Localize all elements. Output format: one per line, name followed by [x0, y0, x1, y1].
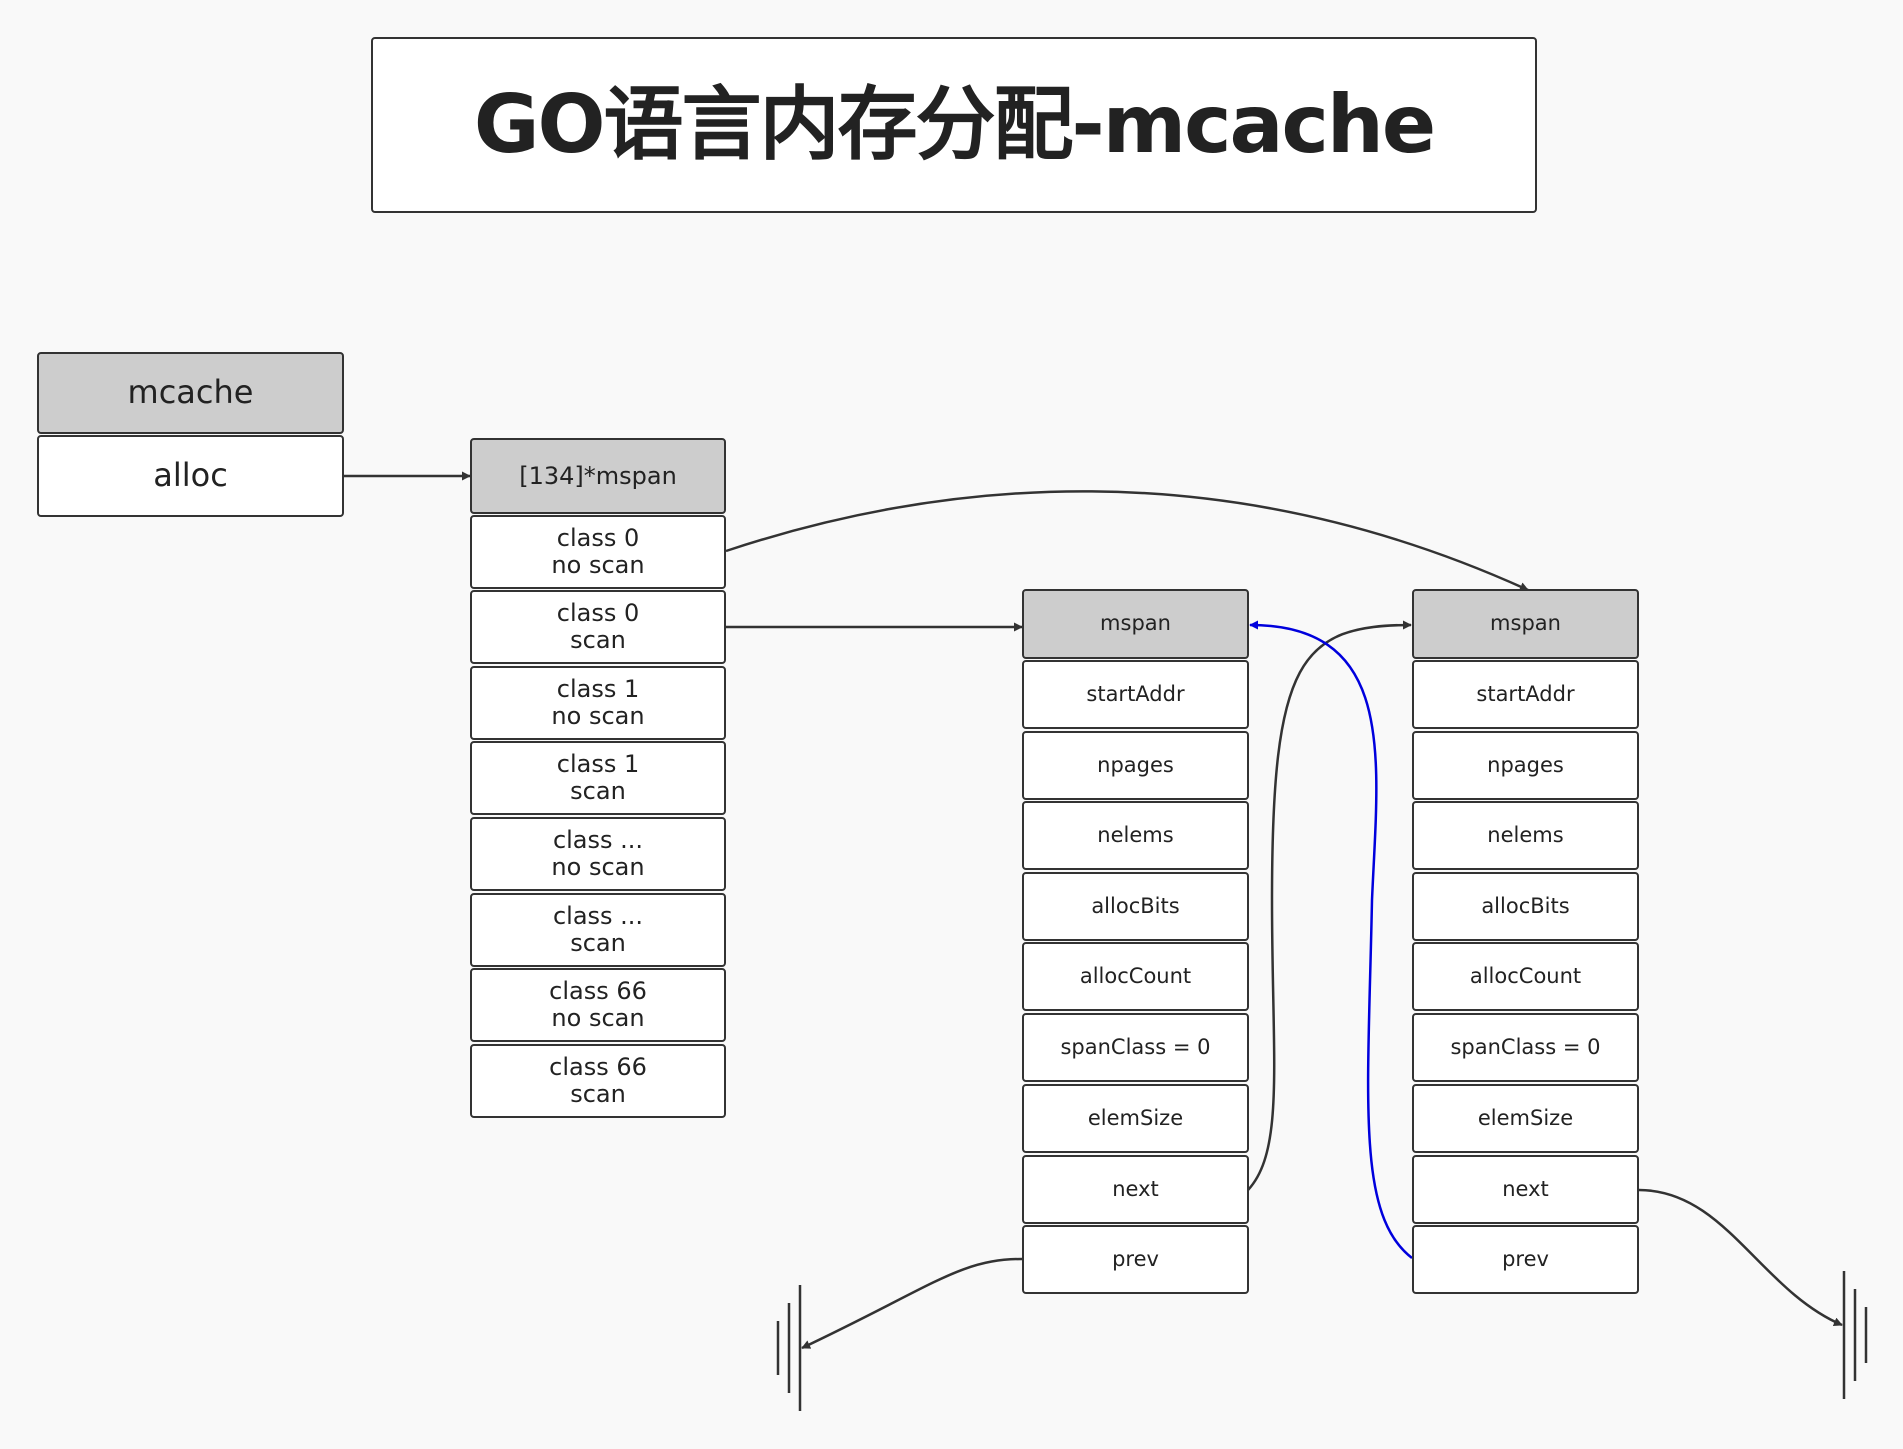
- mspan2-field: spanClass = 0: [1412, 1013, 1639, 1082]
- diagram-title: GO语言内存分配-mcache: [371, 37, 1537, 213]
- mspan1-field: spanClass = 0: [1022, 1013, 1249, 1082]
- mspan1-field: nelems: [1022, 801, 1249, 870]
- mspan2-field: nelems: [1412, 801, 1639, 870]
- mspan1-header: mspan: [1022, 589, 1249, 659]
- span-array-item: class ... no scan: [470, 817, 726, 891]
- mspan1-field: allocCount: [1022, 942, 1249, 1011]
- mspan2-header: mspan: [1412, 589, 1639, 659]
- mspan2-field: startAddr: [1412, 660, 1639, 729]
- mspan2-next-nil-arrow: [1638, 1188, 1843, 1327]
- mspan2-field: npages: [1412, 731, 1639, 800]
- span-array-item: class 66 no scan: [470, 968, 726, 1042]
- span-array-header: [134]*mspan: [470, 438, 726, 514]
- mcache-header: mcache: [37, 352, 344, 434]
- mspan1-field: elemSize: [1022, 1084, 1249, 1153]
- mspan2-field: allocCount: [1412, 942, 1639, 1011]
- span-array-item: class 1 scan: [470, 741, 726, 815]
- mspan2-field: elemSize: [1412, 1084, 1639, 1153]
- mspan1-prev-nil-arrow: [801, 1257, 1023, 1350]
- mspan1-field: npages: [1022, 731, 1249, 800]
- mspan1-prev-field: prev: [1022, 1225, 1249, 1294]
- mspan2-prev-arrow: [1249, 620, 1413, 1259]
- mspan1-field: startAddr: [1022, 660, 1249, 729]
- span-array-item: class 66 scan: [470, 1044, 726, 1118]
- mspan2-prev-field: prev: [1412, 1225, 1639, 1294]
- span-array-item: class 0 no scan: [470, 515, 726, 589]
- mspan1-field: allocBits: [1022, 872, 1249, 941]
- mspan2-next-field: next: [1412, 1155, 1639, 1224]
- span-array-item: class 0 scan: [470, 590, 726, 664]
- span-array-item: class ... scan: [470, 893, 726, 967]
- span-array-item: class 1 no scan: [470, 666, 726, 740]
- mcache-alloc-field: alloc: [37, 435, 344, 517]
- mspan1-next-field: next: [1022, 1155, 1249, 1224]
- class0-noscan-arrow: [725, 490, 1529, 592]
- mspan2-field: allocBits: [1412, 872, 1639, 941]
- nil-ground-icon-right: [1842, 1271, 1868, 1399]
- nil-ground-icon-left: [776, 1285, 802, 1411]
- mspan1-next-arrow: [1247, 620, 1412, 1191]
